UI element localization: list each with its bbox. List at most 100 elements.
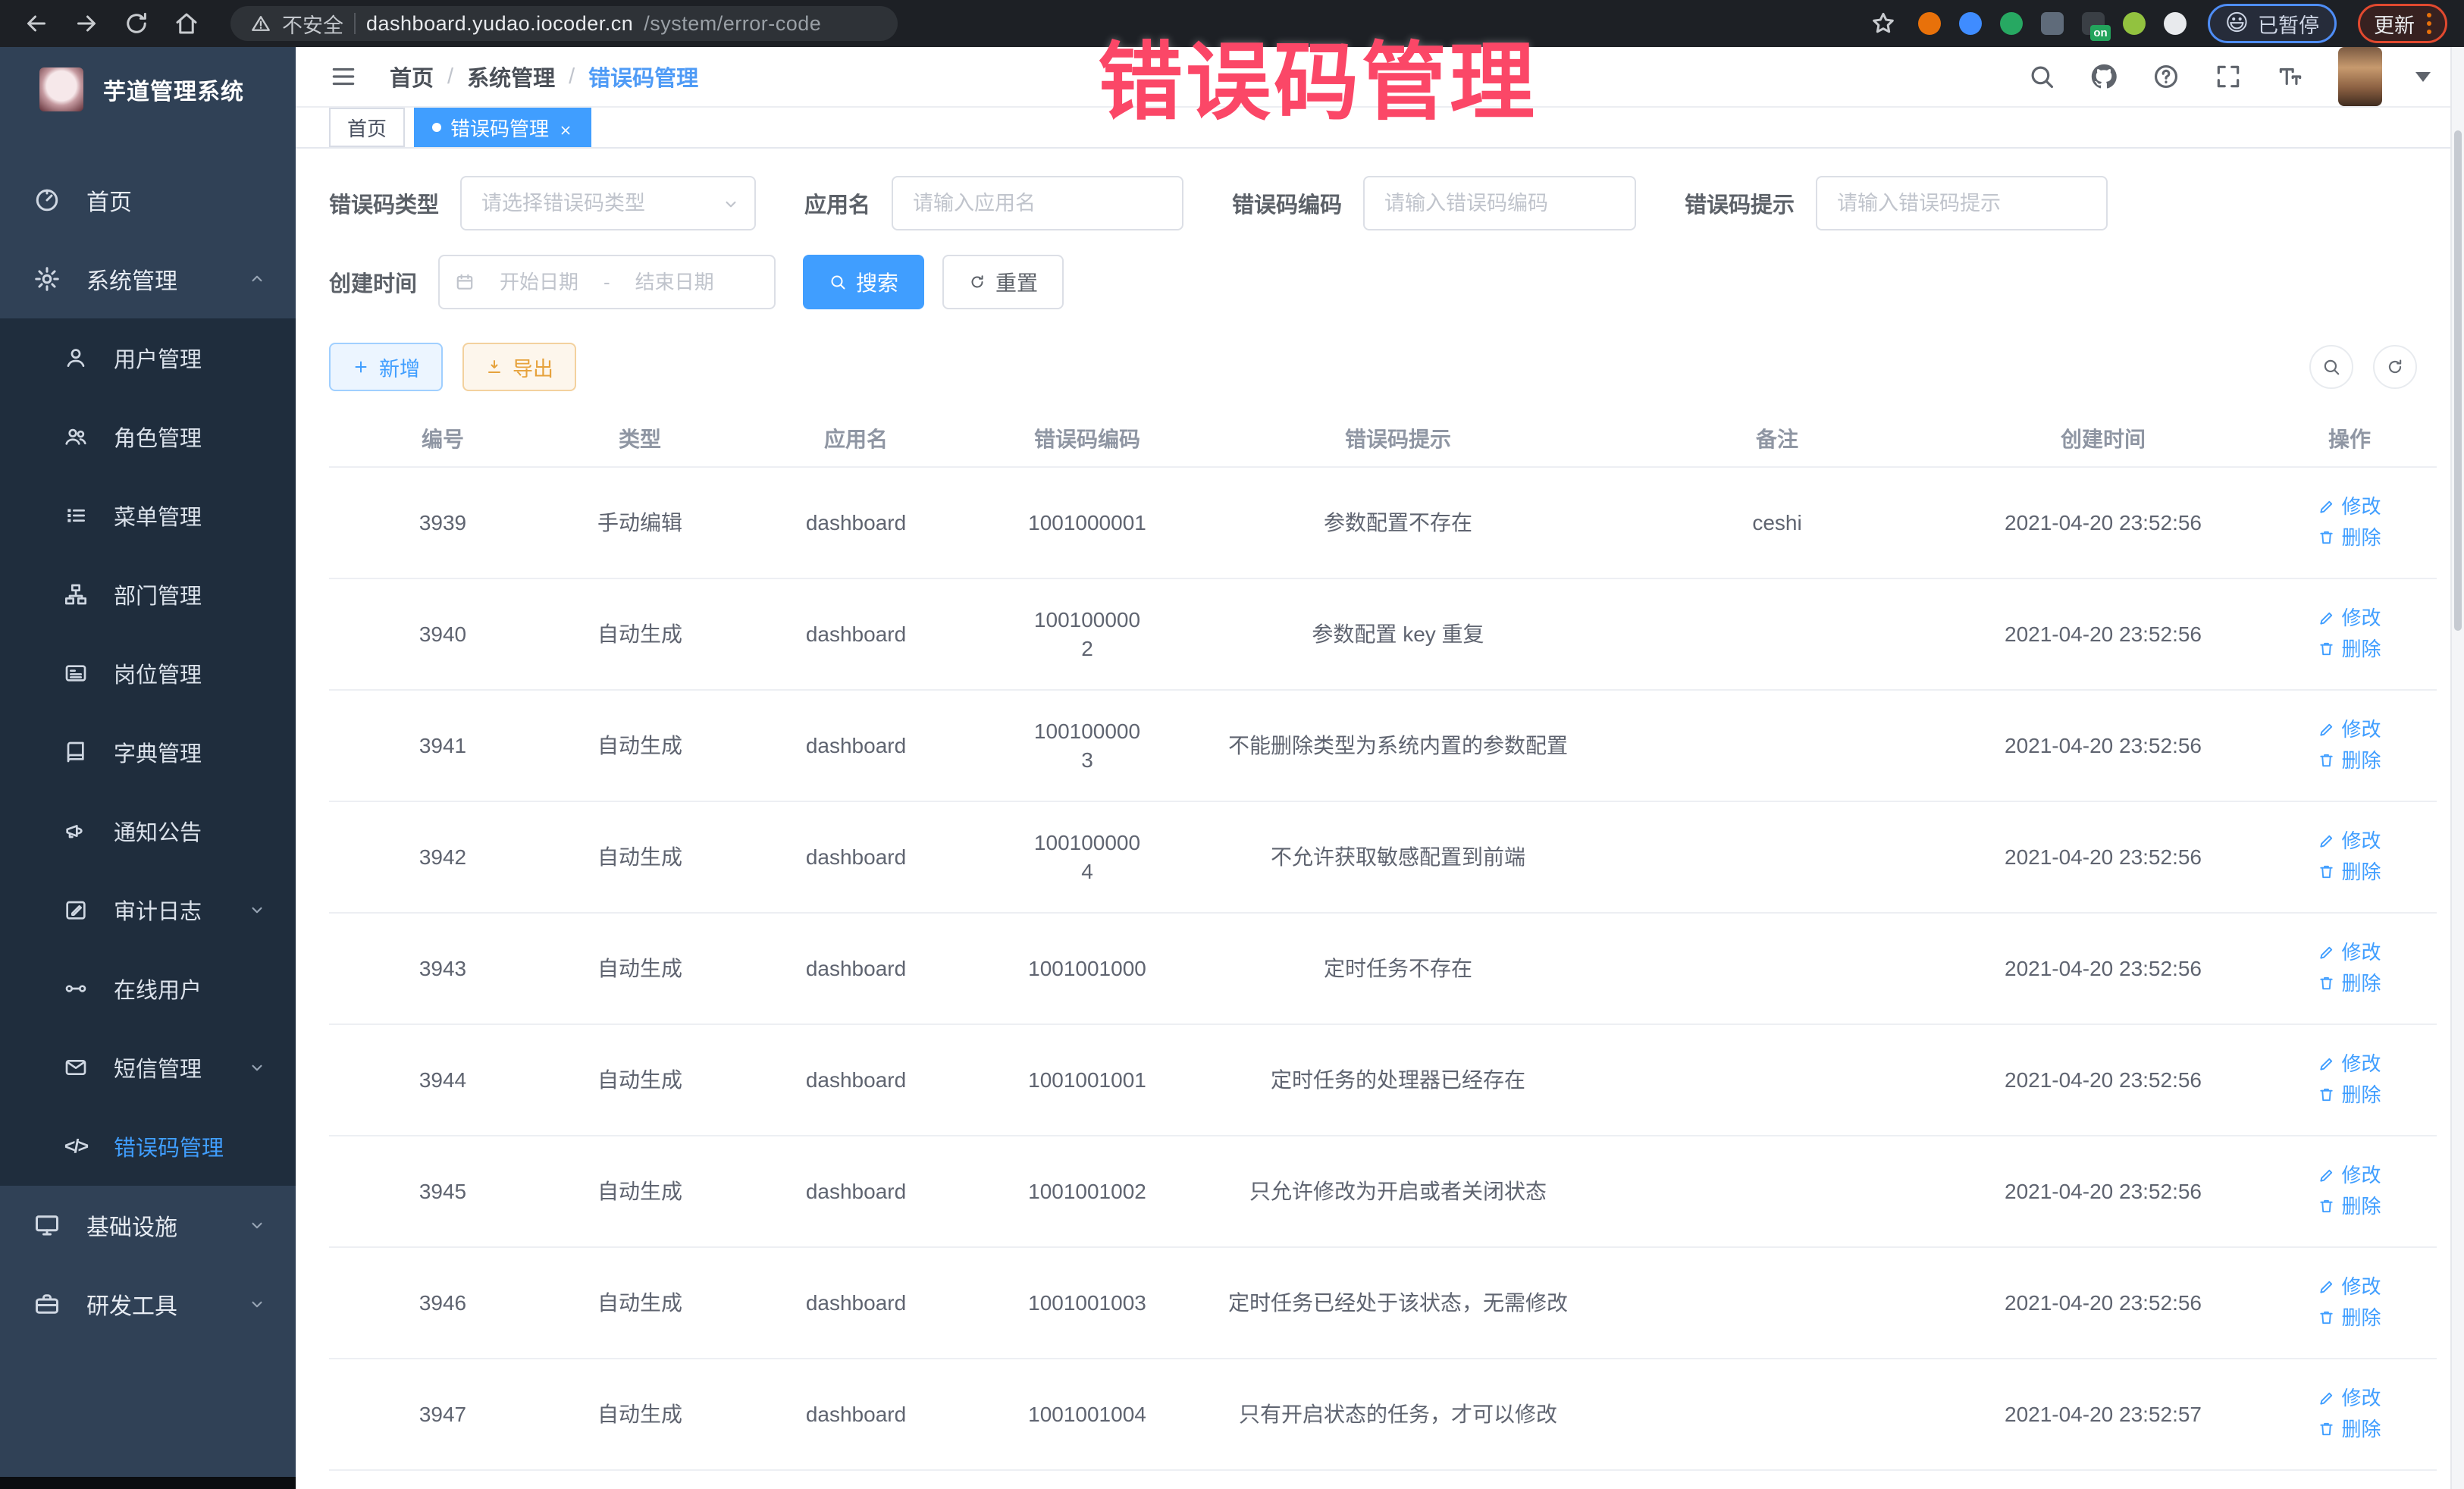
cell-actions: 修改删除: [2262, 690, 2437, 801]
user-avatar[interactable]: [2338, 47, 2382, 106]
breadcrumb-item[interactable]: 首页: [390, 61, 434, 92]
reload-icon[interactable]: [123, 10, 150, 37]
breadcrumb-item[interactable]: 系统管理: [467, 61, 555, 92]
sidebar-item-dept[interactable]: 部门管理: [0, 555, 296, 634]
delete-link-label: 删除: [2341, 1303, 2381, 1332]
filter-label-create-time: 创建时间: [329, 266, 417, 298]
error-type-input[interactable]: [460, 176, 756, 230]
delete-link[interactable]: 删除: [2318, 1080, 2381, 1109]
sidebar-item-label: 菜单管理: [114, 500, 202, 531]
forward-icon[interactable]: [73, 10, 100, 37]
add-button[interactable]: 新增: [329, 343, 443, 391]
export-button[interactable]: 导出: [462, 343, 576, 391]
tab-home[interactable]: 首页: [329, 108, 405, 147]
close-icon[interactable]: [558, 120, 573, 135]
address-bar[interactable]: 不安全 dashboard.yudao.iocoder.cn/system/er…: [230, 6, 898, 41]
avatar-caret-icon[interactable]: [2415, 72, 2431, 82]
create-time-range-picker[interactable]: -: [438, 255, 776, 309]
search-button[interactable]: 搜索: [803, 255, 924, 309]
sidebar-item-sms[interactable]: 短信管理: [0, 1028, 296, 1107]
edit-link[interactable]: 修改: [2318, 938, 2381, 967]
sidebar-item-system[interactable]: 系统管理: [0, 240, 296, 318]
toggle-search-button[interactable]: [2309, 345, 2353, 389]
delete-link[interactable]: 删除: [2318, 523, 2381, 552]
scrollbar-thumb[interactable]: [2454, 130, 2462, 631]
delete-link-label: 删除: [2341, 1080, 2381, 1109]
extension-puzzle-icon[interactable]: [2164, 12, 2187, 35]
reset-button[interactable]: 重置: [942, 255, 1064, 309]
edit-link[interactable]: 修改: [2318, 826, 2381, 855]
cell-code: 1001001002: [989, 1136, 1186, 1247]
paused-extension-badge[interactable]: 😃 已暂停: [2208, 4, 2337, 43]
cell-type: 自动生成: [556, 1024, 723, 1136]
filter-label-error-hint: 错误码提示: [1685, 187, 1795, 219]
sidebar-item-online-user[interactable]: 在线用户: [0, 949, 296, 1028]
home-icon[interactable]: [173, 10, 200, 37]
list-icon: [64, 503, 88, 528]
sidebar-item-dev-tools[interactable]: 研发工具: [0, 1265, 296, 1343]
browser-menu-icon[interactable]: [2427, 13, 2431, 34]
edit-link[interactable]: 修改: [2318, 1049, 2381, 1078]
cell-actions: 修改删除: [2262, 578, 2437, 690]
start-date-input[interactable]: [482, 271, 596, 294]
delete-link[interactable]: 删除: [2318, 635, 2381, 663]
cell-actions: 修改删除: [2262, 913, 2437, 1024]
edit-link[interactable]: 修改: [2318, 603, 2381, 632]
envelope-icon: [64, 1055, 88, 1080]
delete-link[interactable]: 删除: [2318, 1192, 2381, 1221]
extension-grid-icon[interactable]: [2041, 12, 2064, 35]
refresh-table-button[interactable]: [2373, 345, 2417, 389]
error-type-select[interactable]: [460, 176, 756, 230]
delete-link[interactable]: 删除: [2318, 969, 2381, 998]
cell-code: 1001001005: [989, 1470, 1186, 1489]
extension-orange-icon[interactable]: [1918, 12, 1941, 35]
error-hint-input[interactable]: [1816, 176, 2108, 230]
error-code-input[interactable]: [1363, 176, 1636, 230]
cell-hint: 定时任务不存在: [1186, 913, 1610, 1024]
delete-link[interactable]: 删除: [2318, 746, 2381, 775]
delete-link-label: 删除: [2341, 857, 2381, 886]
trash-icon: [2318, 528, 2335, 546]
sidebar-item-label: 错误码管理: [114, 1130, 224, 1162]
bookmark-star-icon[interactable]: [1870, 10, 1897, 37]
extension-blue-gem-icon[interactable]: [1959, 12, 1982, 35]
filter-row-1: 错误码类型 应用名 错误码编码: [329, 176, 2444, 230]
collapse-menu-icon[interactable]: [329, 62, 358, 91]
sidebar-item-audit-log[interactable]: 审计日志: [0, 870, 296, 949]
help-icon[interactable]: [2152, 62, 2180, 91]
sidebar-item-notice[interactable]: 通知公告: [0, 792, 296, 870]
sidebar-item-dict[interactable]: 字典管理: [0, 713, 296, 792]
sidebar-item-user[interactable]: 用户管理: [0, 318, 296, 397]
extension-green-circle-icon[interactable]: [2000, 12, 2023, 35]
cell-code: 100100000 4: [989, 801, 1186, 913]
github-icon[interactable]: [2089, 62, 2118, 91]
sidebar-item-menu[interactable]: 菜单管理: [0, 476, 296, 555]
edit-link[interactable]: 修改: [2318, 715, 2381, 744]
delete-link-label: 删除: [2341, 1192, 2381, 1221]
app-logo-row[interactable]: 芋道管理系统: [0, 47, 296, 132]
extension-list-icon[interactable]: on: [2082, 12, 2105, 35]
delete-link[interactable]: 删除: [2318, 1415, 2381, 1444]
edit-link[interactable]: 修改: [2318, 1272, 2381, 1301]
chevron-down-icon: [247, 900, 267, 920]
edit-link[interactable]: 修改: [2318, 1161, 2381, 1190]
end-date-input[interactable]: [618, 271, 732, 294]
browser-update-button[interactable]: 更新: [2358, 4, 2447, 43]
delete-link[interactable]: 删除: [2318, 857, 2381, 886]
page-scrollbar[interactable]: [2450, 47, 2464, 1489]
sidebar-item-role[interactable]: 角色管理: [0, 397, 296, 476]
search-icon[interactable]: [2027, 62, 2056, 91]
sidebar-item-error-code[interactable]: </>错误码管理: [0, 1107, 296, 1186]
tab-error-code[interactable]: 错误码管理: [414, 108, 591, 147]
sidebar-item-infra[interactable]: 基础设施: [0, 1186, 296, 1265]
sidebar-item-post[interactable]: 岗位管理: [0, 634, 296, 713]
extension-key-icon[interactable]: [2123, 12, 2146, 35]
edit-link[interactable]: 修改: [2318, 492, 2381, 521]
delete-link[interactable]: 删除: [2318, 1303, 2381, 1332]
fullscreen-icon[interactable]: [2214, 62, 2243, 91]
sidebar-item-home[interactable]: 首页: [0, 161, 296, 240]
app-name-input[interactable]: [892, 176, 1183, 230]
back-icon[interactable]: [23, 10, 50, 37]
edit-link[interactable]: 修改: [2318, 1384, 2381, 1412]
font-size-icon[interactable]: [2276, 62, 2305, 91]
